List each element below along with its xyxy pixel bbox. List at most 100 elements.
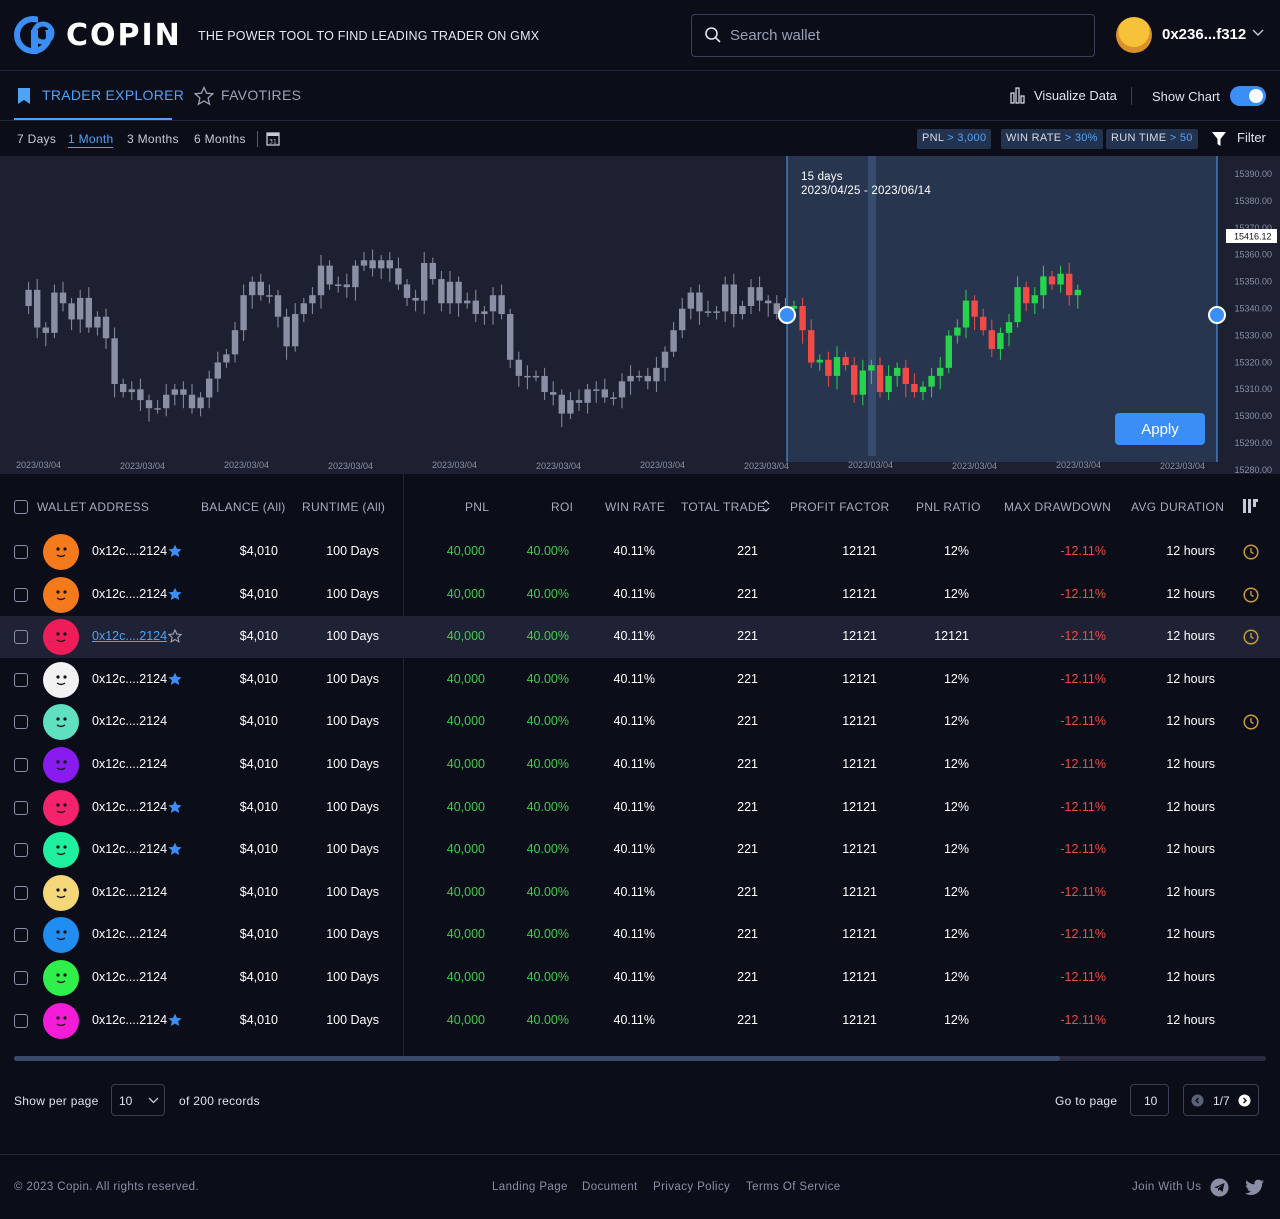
row-checkbox[interactable] (14, 928, 28, 943)
tab-favorites[interactable]: FAVOTIRES (221, 87, 301, 103)
wallet-address-link[interactable]: 0x12c....2124 (92, 927, 167, 941)
clock-icon[interactable] (1243, 714, 1259, 730)
table-row[interactable]: 0x12c....2124 $4,010 100 Days 40,000 40.00% 4… (0, 1000, 1280, 1042)
account-menu[interactable]: 0x236...f312 (1116, 17, 1271, 53)
period-6-months[interactable]: 6 Months (194, 132, 246, 146)
twitter-icon[interactable] (1245, 1179, 1265, 1196)
visualize-data-link[interactable]: Visualize Data (1034, 88, 1117, 103)
header-balance[interactable]: BALANCE (All) (201, 500, 286, 514)
row-checkbox[interactable] (14, 545, 28, 559)
wallet-address-link[interactable]: 0x12c....2124 (92, 714, 167, 728)
star-filled-icon[interactable] (168, 544, 182, 558)
candle-body (360, 260, 368, 266)
row-checkbox[interactable] (14, 885, 28, 900)
row-checkbox[interactable] (14, 587, 28, 602)
candle-body (627, 375, 634, 382)
show-chart-toggle[interactable] (1230, 86, 1266, 106)
wallet-address-link[interactable]: 0x12c....2124 (92, 672, 167, 686)
row-checkbox[interactable] (14, 1013, 28, 1028)
row-checkbox[interactable] (14, 630, 28, 645)
next-page-icon[interactable] (1238, 1094, 1251, 1107)
wallet-address-link[interactable]: 0x12c....2124 (92, 800, 167, 814)
candlestick-chart[interactable]: 15390.0015380.0015370.0015360.0015350.00… (0, 156, 1280, 474)
star-filled-icon[interactable] (168, 672, 182, 686)
wallet-address-link[interactable]: 0x12c....2124 (92, 587, 167, 601)
star-filled-icon[interactable] (168, 842, 182, 856)
row-checkbox[interactable] (14, 758, 28, 772)
page-input[interactable]: 10 (1130, 1084, 1169, 1116)
table-row[interactable]: 0x12c....2124 $4,010 100 Days 40,000 40.00% 4… (0, 914, 1280, 956)
row-checkbox[interactable] (14, 800, 28, 815)
table-row[interactable]: 0x12c....2124 $4,010 100 Days 40,000 40.00% 4… (0, 659, 1280, 701)
table-row[interactable]: 0x12c....2124 $4,010 100 Days 40,000 40.00% 4… (0, 744, 1280, 786)
header-win-rate[interactable]: WIN RATE (605, 500, 665, 514)
price-chart[interactable]: 15390.00 15380.00 15370.00 15360.00 15350.00… (0, 156, 1280, 474)
header-profit-factor[interactable]: PROFIT FACTOR (790, 500, 889, 514)
table-row[interactable]: 0x12c....2124 $4,010 100 Days 40,000 40.00% 4… (0, 574, 1280, 616)
star-outline-icon[interactable] (168, 629, 182, 644)
footer-link-terms[interactable]: Terms Of Service (746, 1181, 841, 1193)
telegram-icon[interactable] (1210, 1178, 1229, 1197)
wallet-address-link[interactable]: 0x12c....2124 (92, 885, 167, 899)
table-row[interactable]: 0x12c....2124 $4,010 100 Days 40,000 40.00% 4… (0, 872, 1280, 914)
clock-icon[interactable] (1243, 587, 1259, 603)
star-filled-icon[interactable] (168, 1013, 182, 1027)
filter-chip-run-time[interactable]: RUN TIME > 50 (1106, 129, 1198, 149)
table-row[interactable]: 0x12c....2124 $4,010 100 Days 40,000 40.00% 4… (0, 957, 1280, 999)
table-row[interactable]: 0x12c....2124 $4,010 100 Days 40,000 40.00% 4… (0, 701, 1280, 743)
wallet-address-link[interactable]: 0x12c....2124 (92, 544, 167, 558)
cell-max-drawdown: -12.11% (1060, 970, 1106, 984)
header-pnl[interactable]: PNL (465, 500, 489, 514)
star-filled-icon[interactable] (168, 587, 182, 601)
filter-icon[interactable] (1211, 131, 1227, 147)
wallet-address-link[interactable]: 0x12c....2124 (92, 757, 167, 771)
tab-trader-explorer[interactable]: TRADER EXPLORER (42, 87, 184, 103)
header-runtime[interactable]: RUNTIME (All) (302, 500, 385, 514)
logo-text[interactable]: COPIN (66, 18, 182, 53)
select-all-checkbox[interactable] (14, 500, 28, 514)
wallet-address-link[interactable]: 0x12c....2124 (92, 970, 167, 984)
candle-body (687, 292, 694, 309)
footer-link-landing-page[interactable]: Landing Page (492, 1181, 568, 1193)
wallet-address-link[interactable]: 0x12c....2124 (92, 842, 167, 856)
cell-profit-factor: 12121 (842, 970, 877, 984)
period-3-months[interactable]: 3 Months (127, 132, 179, 146)
row-checkbox[interactable] (14, 672, 28, 687)
filter-button[interactable]: Filter (1237, 130, 1266, 145)
wallet-address-link[interactable]: 0x12c....2124 (92, 1013, 167, 1027)
filter-chip-pnl[interactable]: PNL > 3,000 (917, 129, 992, 149)
header-wallet-address[interactable]: WALLET ADDRESS (37, 500, 149, 514)
per-page-select[interactable]: 10 (111, 1084, 165, 1116)
header-roi[interactable]: ROI (551, 500, 573, 514)
filter-chip-win-rate[interactable]: WIN RATE > 30% (1001, 129, 1103, 149)
row-checkbox[interactable] (14, 843, 28, 858)
table-row[interactable]: 0x12c....2124 $4,010 100 Days 40,000 40.00% 4… (0, 829, 1280, 871)
table-row[interactable]: 0x12c....2124 $4,010 100 Days 40,000 40.00% 4… (0, 616, 1280, 659)
search-box[interactable] (691, 14, 1095, 57)
column-settings-icon[interactable] (1242, 498, 1260, 514)
header-total-trade[interactable]: TOTAL TRADE (681, 500, 765, 514)
header-pnl-ratio[interactable]: PNL RATIO (916, 500, 981, 514)
footer-link-document[interactable]: Document (582, 1181, 638, 1193)
clock-icon[interactable] (1243, 629, 1259, 645)
header-max-drawdown[interactable]: MAX DRAWDOWN (1004, 500, 1111, 514)
row-checkbox[interactable] (14, 971, 28, 985)
bar-chart-icon[interactable] (1010, 87, 1026, 104)
row-checkbox[interactable] (14, 715, 28, 730)
table-row[interactable]: 0x12c....2124 $4,010 100 Days 40,000 40.00% 4… (0, 531, 1280, 573)
calendar-icon[interactable]: 31 (266, 131, 280, 146)
table-row[interactable]: 0x12c....2124 $4,010 100 Days 40,000 40.00% 4… (0, 787, 1280, 829)
period-7-days[interactable]: 7 Days (17, 132, 56, 146)
prev-page-icon[interactable] (1191, 1094, 1204, 1107)
period-1-month[interactable]: 1 Month (68, 132, 114, 148)
star-filled-icon[interactable] (168, 800, 182, 814)
footer-link-privacy-policy[interactable]: Privacy Policy (653, 1181, 730, 1193)
wallet-address-link[interactable]: 0x12c....2124 (92, 629, 167, 643)
search-input[interactable] (730, 15, 1080, 56)
apply-button[interactable]: Apply (1115, 413, 1205, 445)
clock-icon[interactable] (1243, 544, 1259, 560)
candle-body (808, 330, 815, 363)
header-avg-duration[interactable]: AVG DURATION (1131, 500, 1224, 514)
copin-logo-icon[interactable] (14, 16, 60, 54)
sort-icon[interactable] (762, 500, 770, 512)
